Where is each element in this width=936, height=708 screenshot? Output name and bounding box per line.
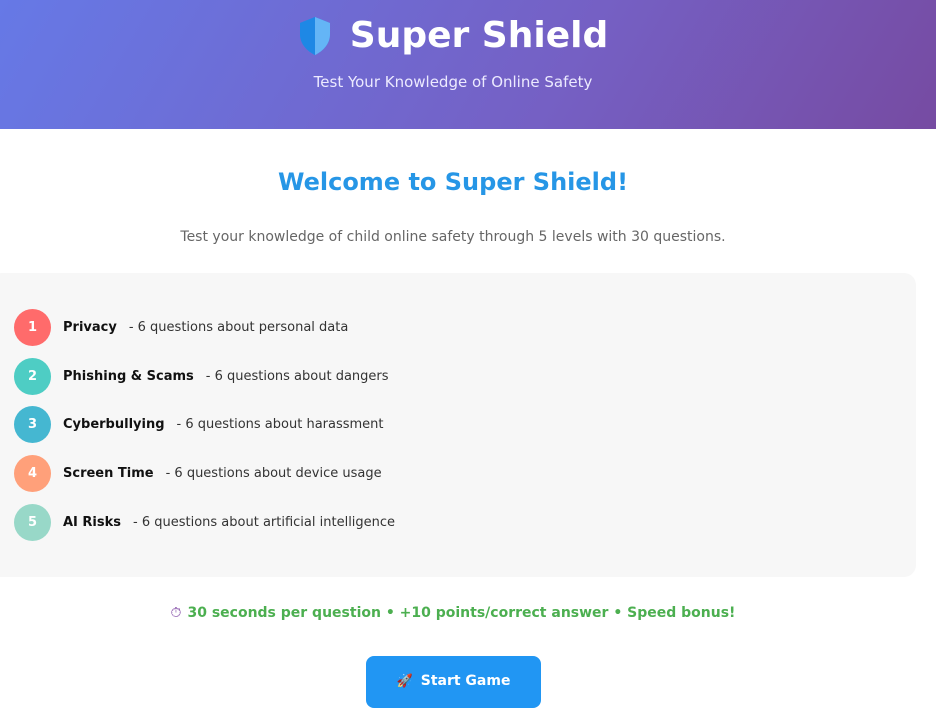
level-name: Privacy xyxy=(63,320,117,335)
start-game-button[interactable]: 🚀 Start Game xyxy=(366,656,541,708)
level-description: - 6 questions about harassment xyxy=(176,417,384,432)
level-name: Screen Time xyxy=(63,466,154,481)
level-name: AI Risks xyxy=(63,515,122,530)
shield-icon xyxy=(299,17,330,55)
level-item-cyberbullying: 3 Cyberbullying - 6 questions about hara… xyxy=(14,406,384,443)
level-number-badge: 4 xyxy=(14,455,51,492)
level-description: - 6 questions about dangers xyxy=(205,369,389,384)
app-title: Super Shield xyxy=(349,14,609,56)
level-name: Cyberbullying xyxy=(63,417,165,432)
level-name: Phishing & Scams xyxy=(63,369,194,384)
level-item-screen-time: 4 Screen Time - 6 questions about device… xyxy=(14,455,382,492)
welcome-title: Welcome to Super Shield! xyxy=(277,168,629,196)
level-description: - 6 questions about personal data xyxy=(128,320,349,335)
level-item-phishing: 2 Phishing & Scams - 6 questions about d… xyxy=(14,358,389,395)
header-subtitle: Test Your Knowledge of Online Safety xyxy=(313,73,593,91)
start-game-label: Start Game xyxy=(420,673,511,689)
intro-text: Test your knowledge of child online safe… xyxy=(180,229,726,245)
level-description: - 6 questions about artificial intellige… xyxy=(133,515,396,530)
rocket-icon: 🚀 xyxy=(396,673,413,689)
game-rules: ⏱ 30 seconds per question • +10 points/co… xyxy=(0,605,906,621)
level-number-badge: 2 xyxy=(14,358,51,395)
level-item-ai-risks: 5 AI Risks - 6 questions about artificia… xyxy=(14,504,395,541)
header: Super Shield Test Your Knowledge of Onli… xyxy=(0,0,936,129)
level-number-badge: 1 xyxy=(14,309,51,346)
stopwatch-icon: ⏱ xyxy=(170,605,182,621)
level-number-badge: 3 xyxy=(14,406,51,443)
level-item-privacy: 1 Privacy - 6 questions about personal d… xyxy=(14,309,348,346)
rules-text: 30 seconds per question • +10 points/cor… xyxy=(187,605,736,621)
level-number-badge: 5 xyxy=(14,504,51,541)
brand: Super Shield xyxy=(0,14,906,56)
level-description: - 6 questions about device usage xyxy=(165,466,382,481)
